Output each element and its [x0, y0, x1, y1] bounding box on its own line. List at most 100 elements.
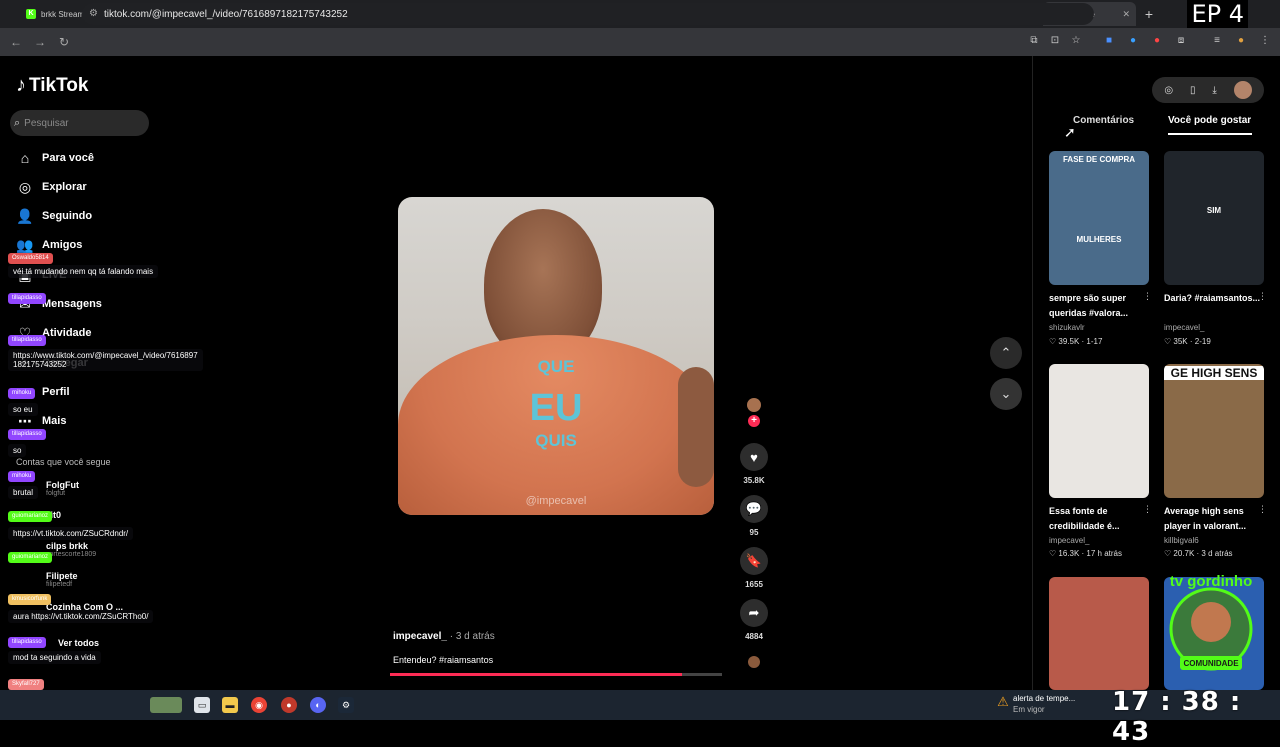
forward-icon[interactable]: → [28, 35, 52, 49]
chat-message: https://vt.tiktok.com/ZSuCRdndr/ [8, 527, 134, 540]
episode-badge: EP 4 [1187, 0, 1248, 28]
profile-icon[interactable]: ● [1233, 33, 1249, 49]
sidebar-item-icon: 👥 [16, 236, 34, 253]
address-bar-row: ← → ↻ [0, 28, 1280, 56]
more-options-icon[interactable]: ⋮ [1143, 504, 1152, 515]
video-watermark: @impecavel [525, 495, 587, 507]
extension-icon[interactable]: ■ [1101, 33, 1117, 49]
recommended-video-thumbnail[interactable]: GE HIGH SENS [1164, 364, 1264, 498]
following-account[interactable]: cilps brkk cortescorte1809 [46, 541, 96, 558]
music-disc-icon[interactable] [748, 656, 760, 668]
weather-widget[interactable]: alerta de tempe... Em vigor [1013, 693, 1075, 715]
obs-icon[interactable]: ● [281, 697, 297, 713]
following-account[interactable]: FolgFut folgfut [46, 480, 79, 497]
windows-taskbar [0, 690, 1280, 720]
next-video-button[interactable]: ⌄ [990, 378, 1022, 410]
tiktok-logo[interactable]: ♪ TikTok [16, 74, 88, 97]
thumbnail-overlay-text: GE HIGH SENS [1164, 366, 1264, 380]
recommended-video-stats: ♡ 20.7K · 3 d atrás [1164, 549, 1233, 558]
tab-you-may-like[interactable]: Você pode gostar [1168, 115, 1251, 126]
save-button[interactable]: 🔖 1655 [738, 547, 770, 589]
recommended-video-author[interactable]: shizukavlr [1049, 323, 1085, 332]
follow-plus-icon[interactable]: + [748, 415, 760, 427]
logo-sub-text: COMUNIDADE [1183, 659, 1239, 668]
logo-main-text: tv gordinho [1170, 573, 1253, 590]
extension-icon-2[interactable]: ● [1125, 33, 1141, 49]
sidebar-item-0[interactable]: ⌂ Para você [16, 147, 94, 169]
video-progress-bar[interactable] [390, 673, 722, 676]
chat-message: mod ta seguindo a vida [8, 651, 101, 664]
more-options-icon[interactable]: ⋮ [1258, 504, 1267, 515]
sidebar-item-label: Seguindo [42, 210, 93, 222]
steam-icon[interactable]: ⚙ [338, 697, 354, 713]
heart-icon: ♡ [1049, 337, 1059, 346]
bookmark-star-icon[interactable]: ☆ [1068, 33, 1084, 49]
more-options-icon[interactable]: ⋮ [1258, 291, 1267, 302]
video-player[interactable]: QUE EU QUIS @impecavel [398, 197, 714, 515]
more-options-icon[interactable]: ⋮ [1143, 291, 1152, 302]
recommended-video-author[interactable]: impecavel_ [1164, 323, 1204, 332]
sidebar-item-2[interactable]: 👤 Seguindo [16, 205, 92, 227]
recommended-video-thumbnail[interactable] [1049, 577, 1149, 690]
chat-username: tillapidasso [8, 335, 46, 346]
discord-icon[interactable]: ◐ [310, 697, 326, 713]
chat-message: véi tá mudando nem qq tá falando mais [8, 265, 159, 278]
recommended-video-thumbnail[interactable]: FASE DE COMPRA MULHERES [1049, 151, 1149, 285]
reload-icon[interactable]: ↻ [52, 35, 76, 49]
recommended-video-title[interactable]: sempre são super queridas #valora... [1049, 291, 1151, 321]
media-control-icon[interactable]: ≡ [1209, 33, 1225, 49]
back-icon[interactable]: ← [4, 35, 28, 49]
heart-icon: ♡ [1049, 549, 1059, 558]
device-icon[interactable]: ▯ [1190, 85, 1196, 96]
following-account[interactable]: Filipete filipetedf [46, 571, 78, 588]
explore-icon[interactable]: ◎ [1164, 85, 1173, 96]
weather-alert-icon[interactable]: ⚠ [995, 694, 1011, 710]
recommended-video-author[interactable]: killbigval6 [1164, 536, 1199, 545]
sidebar-item-icon: ◎ [18, 178, 32, 195]
thumbnail-overlay-text: SIM [1206, 206, 1222, 215]
save-icon: 🔖 [740, 547, 768, 575]
recommended-video-author[interactable]: impecavel_ [1049, 536, 1089, 545]
file-explorer-icon[interactable]: ▬ [222, 697, 238, 713]
extension-icon-3[interactable]: ● [1149, 33, 1165, 49]
sidebar-item-label: Perfil [42, 386, 70, 398]
recommended-video-title[interactable]: Average high sens player in valorant... [1164, 504, 1266, 534]
install-icon[interactable]: ⊡ [1047, 33, 1063, 49]
like-button[interactable]: ♥ 35.8K [738, 443, 770, 485]
chat-username: Skyfall727 [8, 679, 44, 690]
following-section-title: Contas que você segue [16, 457, 111, 467]
video-author[interactable]: impecavel_ · 3 d atrás [393, 631, 495, 642]
comment-button[interactable]: 💬 95 [738, 495, 770, 537]
new-tab-button[interactable]: + [1140, 6, 1158, 22]
site-info-icon[interactable]: ⚙ [89, 8, 98, 19]
task-view-icon[interactable]: ▭ [194, 697, 210, 713]
download-icon[interactable]: ⤓ [1212, 85, 1216, 96]
following-account[interactable]: Ver todos [58, 638, 99, 648]
account-username: filipetedf [46, 581, 73, 588]
chrome-icon[interactable]: ◉ [251, 697, 267, 713]
extensions-puzzle-icon[interactable]: ⧈ [1173, 33, 1189, 49]
menu-icon[interactable]: ⋮ [1257, 33, 1273, 49]
search-input[interactable]: ⌕ Pesquisar [10, 110, 149, 136]
weather-title: alerta de tempe... [1013, 694, 1076, 703]
recommended-video-title[interactable]: Daria? #raiamsantos... [1164, 291, 1266, 306]
translate-icon[interactable]: ⧉ [1026, 33, 1042, 49]
share-button[interactable]: ➦ 4884 [738, 599, 770, 641]
url-field[interactable]: ⚙ tiktok.com/@impecavel_/video/761689718… [82, 3, 1094, 25]
recommended-video-thumbnail[interactable]: SIM [1164, 151, 1264, 285]
previous-video-button[interactable]: ⌃ [990, 337, 1022, 369]
video-description: Entendeu? #raiamsantos [393, 655, 494, 665]
account-name: FolgFut [46, 480, 79, 490]
separator: · [1187, 337, 1195, 346]
chat-username: mihoku [8, 471, 36, 482]
creator-avatar[interactable] [747, 398, 761, 412]
recommended-video-title[interactable]: Essa fonte de credibilidade é... [1049, 504, 1151, 534]
user-avatar[interactable] [1233, 81, 1252, 99]
video-caption-line-1: QUE [537, 357, 575, 376]
tab-comments[interactable]: Comentários [1073, 115, 1134, 126]
tab-close-icon[interactable]: ✕ [1122, 9, 1130, 20]
chat-username: tillapidasso [8, 293, 46, 304]
recommended-video-thumbnail[interactable] [1049, 364, 1149, 498]
sidebar-item-1[interactable]: ◎ Explorar [16, 176, 87, 198]
taskbar-widget-icon[interactable] [150, 697, 182, 713]
